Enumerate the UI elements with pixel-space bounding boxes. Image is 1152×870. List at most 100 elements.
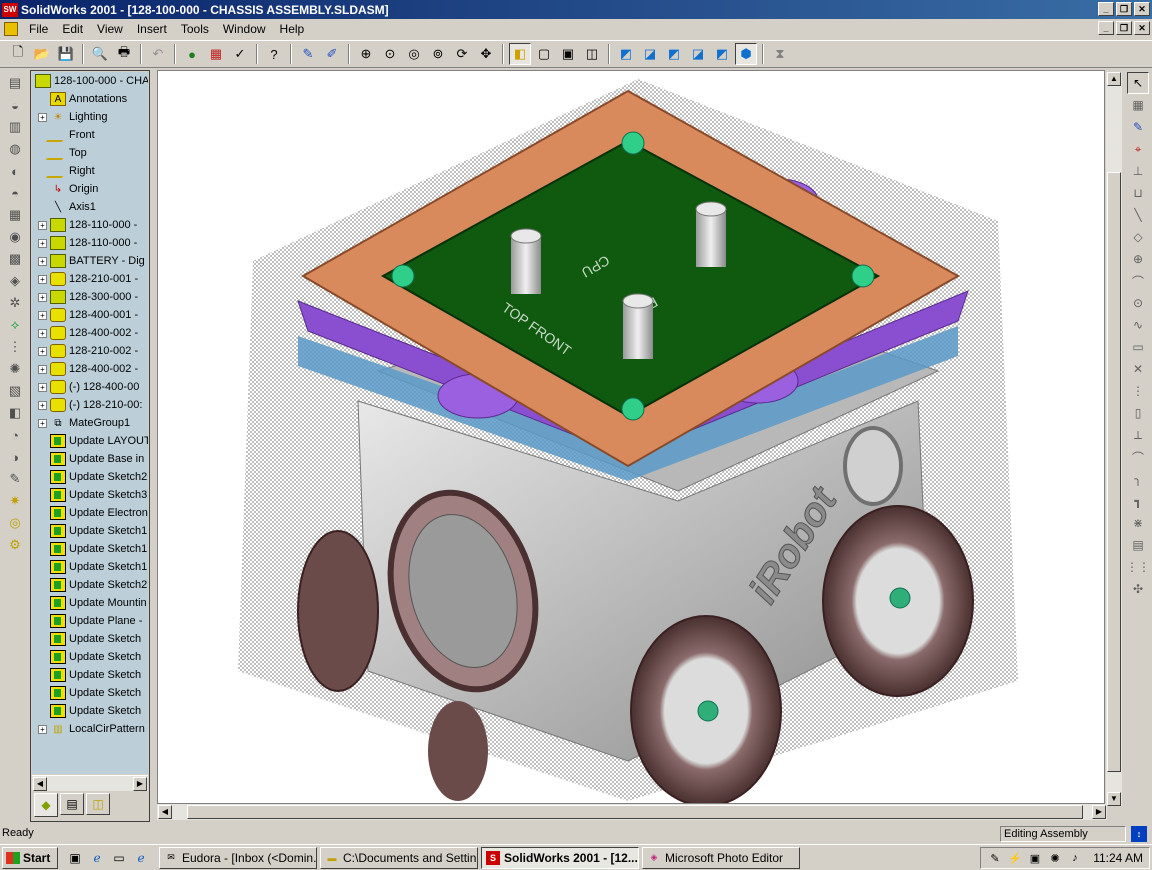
tangent-arc-icon[interactable]: ⊙ [1127,292,1149,314]
doc-close-button[interactable]: ✕ [1134,21,1150,35]
expand-icon[interactable]: + [38,400,47,410]
edit-part-icon[interactable]: ▥ [4,116,26,138]
scroll-left-arrow[interactable]: ◀ [158,805,172,819]
relations-icon[interactable]: ⊔ [1127,182,1149,204]
chamfer-icon[interactable]: ┓ [1127,490,1149,512]
smart-dimension-icon[interactable]: ⌖ [1127,138,1149,160]
tree-item[interactable]: Update Sketch2 [32,468,148,486]
desktop-icon[interactable]: ▭ [110,849,128,867]
insert-component-icon[interactable]: ▤ [4,72,26,94]
browser-icon[interactable]: ℯ [88,849,106,867]
dimension-icon[interactable]: ⊥ [1127,160,1149,182]
zoom-area-icon[interactable]: ⊙ [379,43,401,65]
tab-feature-manager[interactable]: ◆ [34,793,58,817]
minimize-button[interactable]: _ [1098,2,1114,16]
hole-icon[interactable]: ◔ [4,424,26,446]
tree-item[interactable]: A Annotations [32,90,148,108]
expand-icon[interactable]: + [38,310,47,320]
component-properties-icon[interactable]: ◑ [4,446,26,468]
tree-item[interactable]: Update Mountin [32,594,148,612]
tree-item[interactable]: Update Sketch1 [32,558,148,576]
doc-minimize-button[interactable]: _ [1098,21,1114,35]
exploded-view-icon[interactable]: ◉ [4,226,26,248]
pan-icon[interactable]: ✥ [475,43,497,65]
construction-icon[interactable]: ⋮⋮ [1126,556,1150,578]
hidden-removed-icon[interactable]: ◫ [581,43,603,65]
assembly-feature-icon[interactable]: ▧ [4,380,26,402]
pen-icon[interactable]: ✎ [987,852,1003,865]
tree-root[interactable]: 128-100-000 - CHA [32,72,148,90]
wireframe-icon[interactable]: ▢ [533,43,555,65]
left-view-icon[interactable]: ◩ [663,43,685,65]
options-icon[interactable]: ▦ [205,43,227,65]
tree-item[interactable]: +128-210-002 - [32,342,148,360]
task-solidworks[interactable]: S SolidWorks 2001 - [12... [481,846,639,869]
tree-item[interactable]: Update Sketch [32,648,148,666]
simulation-icon[interactable]: ◈ [4,270,26,292]
mass-properties-icon[interactable]: ◎ [4,512,26,534]
trim-icon[interactable]: ⋮ [1127,380,1149,402]
cut-icon[interactable]: ◧ [4,402,26,424]
task-explorer[interactable]: ▬ C:\Documents and Settin... [320,846,478,869]
tree-item[interactable]: + BATTERY - Dig [32,252,148,270]
close-button[interactable]: ✕ [1134,2,1150,16]
document-icon[interactable] [4,21,18,36]
tree-item[interactable]: +128-110-000 - [32,234,148,252]
tree-item[interactable]: Update Sketch [32,702,148,720]
section-view-icon[interactable]: ⧗ [769,43,791,65]
tree-item[interactable]: +128-400-001 - [32,306,148,324]
section-properties-icon[interactable]: ⚙ [4,534,26,556]
new-icon[interactable]: 🗋 [7,43,29,65]
zoom-fit-icon[interactable]: ⊕ [355,43,377,65]
menu-help[interactable]: Help [273,22,312,36]
scroll-left-arrow[interactable]: ◀ [33,777,47,791]
linear-pattern-icon[interactable]: ⋮ [4,336,26,358]
rotate-view-icon[interactable]: ⟳ [451,43,473,65]
task-photo-editor[interactable]: ◈ Microsoft Photo Editor [642,846,800,869]
feature-driven-pattern-icon[interactable]: ⟡ [4,314,26,336]
line-icon[interactable]: ╲ [1127,204,1149,226]
menu-tools[interactable]: Tools [174,22,216,36]
horizontal-scroll-thumb[interactable] [187,805,1083,819]
tree-item[interactable]: Update Sketch1 [32,540,148,558]
measure-icon[interactable]: ✎ [4,468,26,490]
tree-item[interactable]: Update Base in [32,450,148,468]
tree-item[interactable]: +128-210-001 - [32,270,148,288]
centerline-icon[interactable]: ✕ [1127,358,1149,380]
tree-item[interactable]: +128-400-002 - [32,324,148,342]
shaded-icon[interactable]: ◧ [509,43,531,65]
menu-edit[interactable]: Edit [55,22,90,36]
sketch-edit-icon[interactable]: ✐ [321,43,343,65]
spline-icon[interactable]: ∿ [1127,314,1149,336]
tree-item[interactable]: Update Sketch [32,630,148,648]
print-preview-icon[interactable]: 🔍 [89,43,111,65]
scroll-down-arrow[interactable]: ▼ [1107,792,1121,806]
front-view-icon[interactable]: ◩ [615,43,637,65]
zoom-in-out-icon[interactable]: ◎ [403,43,425,65]
restore-button[interactable]: ❐ [1116,2,1132,16]
fillet-icon[interactable]: ╮ [1127,468,1149,490]
zoom-selection-icon[interactable]: ⊚ [427,43,449,65]
expand-icon[interactable]: + [38,418,47,428]
move-component-icon[interactable]: ◐ [4,160,26,182]
expand-icon[interactable]: + [38,382,47,392]
isometric-view-icon[interactable]: ⬢ [735,43,757,65]
arc-icon[interactable]: ⌒ [1127,270,1149,292]
monitor-icon[interactable]: ▣ [1027,852,1043,865]
expand-icon[interactable]: + [38,364,47,374]
scroll-right-arrow[interactable]: ▶ [1092,805,1106,819]
collision-icon[interactable]: ▦ [4,204,26,226]
office-icon[interactable]: ▣ [66,849,84,867]
mirror-icon[interactable]: ⌒ [1127,446,1149,468]
menu-view[interactable]: View [90,22,130,36]
hidden-lines-icon[interactable]: ▣ [557,43,579,65]
select-arrow-icon[interactable]: ↖ [1127,72,1149,94]
expand-icon[interactable]: + [38,256,47,266]
virus-scan-icon[interactable]: ✺ [1047,852,1063,865]
back-view-icon[interactable]: ◪ [639,43,661,65]
expand-icon[interactable]: + [38,724,47,734]
expand-icon[interactable]: + [38,238,47,248]
linear-step-icon[interactable]: ▤ [1127,534,1149,556]
mate-icon[interactable]: ◍ [4,138,26,160]
smart-mates-icon[interactable]: ✷ [4,490,26,512]
